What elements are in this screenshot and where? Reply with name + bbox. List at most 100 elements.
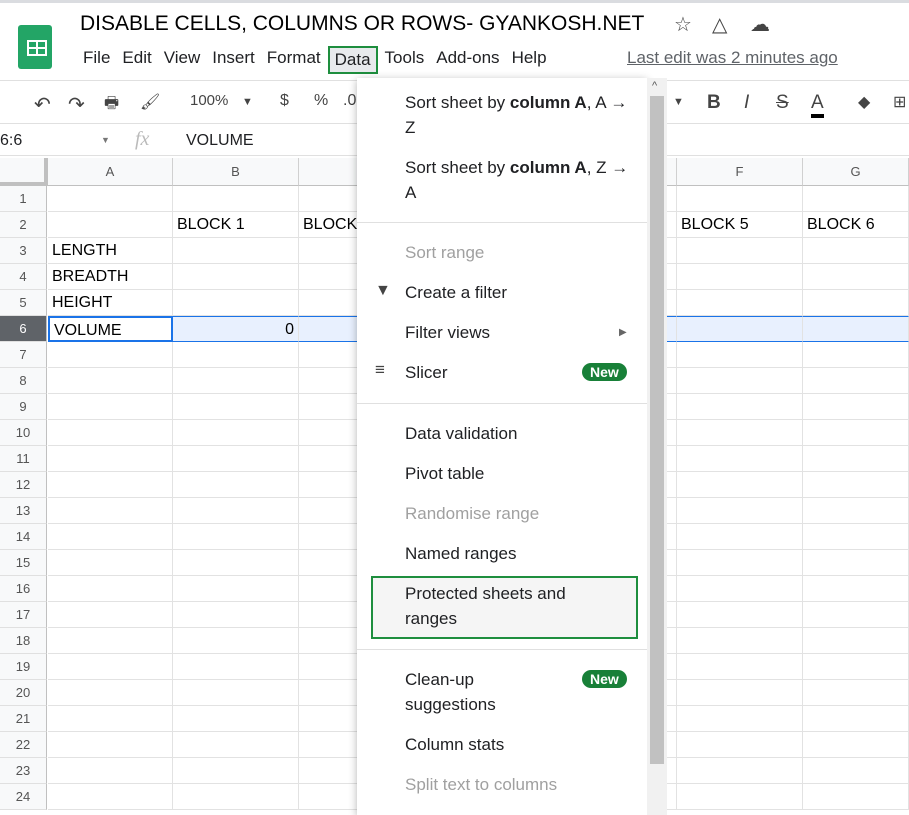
cell-F15[interactable] xyxy=(677,550,803,576)
cell-F23[interactable] xyxy=(677,758,803,784)
cell-F12[interactable] xyxy=(677,472,803,498)
menu-view[interactable]: View xyxy=(159,46,206,74)
cell-G13[interactable] xyxy=(803,498,909,524)
cell-A20[interactable] xyxy=(48,680,173,706)
cell-B23[interactable] xyxy=(173,758,299,784)
cell-B2[interactable]: BLOCK 1 xyxy=(173,212,299,238)
cell-F18[interactable] xyxy=(677,628,803,654)
cell-F8[interactable] xyxy=(677,368,803,394)
cell-B10[interactable] xyxy=(173,420,299,446)
cell-G14[interactable] xyxy=(803,524,909,550)
cell-B20[interactable] xyxy=(173,680,299,706)
cloud-status-icon[interactable]: ☁ xyxy=(750,12,770,37)
menu-addons[interactable]: Add-ons xyxy=(431,46,504,74)
cell-F4[interactable] xyxy=(677,264,803,290)
move-to-drive-icon[interactable]: △ xyxy=(712,12,727,37)
cell-G3[interactable] xyxy=(803,238,909,264)
cell-B8[interactable] xyxy=(173,368,299,394)
row-header-8[interactable]: 8 xyxy=(0,368,47,394)
paint-format-icon[interactable]: 🖌 xyxy=(140,92,160,112)
cell-A12[interactable] xyxy=(48,472,173,498)
cell-B9[interactable] xyxy=(173,394,299,420)
cell-G15[interactable] xyxy=(803,550,909,576)
cell-A5[interactable]: HEIGHT xyxy=(48,290,173,316)
cell-B13[interactable] xyxy=(173,498,299,524)
star-icon[interactable]: ☆ xyxy=(674,12,692,37)
cell-B24[interactable] xyxy=(173,784,299,810)
row-header-19[interactable]: 19 xyxy=(0,654,47,680)
cell-G2[interactable]: BLOCK 6 xyxy=(803,212,909,238)
cell-G12[interactable] xyxy=(803,472,909,498)
menu-item-protected-sheets[interactable]: Protected sheets and ranges xyxy=(405,581,585,631)
zoom-select[interactable]: 100% xyxy=(190,92,228,109)
cell-A10[interactable] xyxy=(48,420,173,446)
cell-A21[interactable] xyxy=(48,706,173,732)
cell-G22[interactable] xyxy=(803,732,909,758)
cell-G1[interactable] xyxy=(803,186,909,212)
currency-button[interactable]: $ xyxy=(280,92,289,110)
cell-A14[interactable] xyxy=(48,524,173,550)
cell-A3[interactable]: LENGTH xyxy=(48,238,173,264)
row-header-6[interactable]: 6 xyxy=(0,316,47,342)
menu-item-sort-sheet-za[interactable]: Sort sheet by column A, Z → A xyxy=(405,155,635,205)
cell-A1[interactable] xyxy=(48,186,173,212)
cell-F19[interactable] xyxy=(677,654,803,680)
cell-G11[interactable] xyxy=(803,446,909,472)
cell-F22[interactable] xyxy=(677,732,803,758)
menu-item-filter-views[interactable]: Filter views xyxy=(405,320,635,345)
cell-G8[interactable] xyxy=(803,368,909,394)
cell-A15[interactable] xyxy=(48,550,173,576)
menu-file[interactable]: File xyxy=(78,46,115,74)
menu-item-sort-sheet-az[interactable]: Sort sheet by column A, A → Z xyxy=(405,90,635,140)
cell-G4[interactable] xyxy=(803,264,909,290)
document-title[interactable]: DISABLE CELLS, COLUMNS OR ROWS- GYANKOSH… xyxy=(80,12,644,36)
row-header-23[interactable]: 23 xyxy=(0,758,47,784)
cell-F10[interactable] xyxy=(677,420,803,446)
row-header-2[interactable]: 2 xyxy=(0,212,47,238)
cell-A11[interactable] xyxy=(48,446,173,472)
column-header-B[interactable]: B xyxy=(173,158,299,186)
cell-A24[interactable] xyxy=(48,784,173,810)
row-header-5[interactable]: 5 xyxy=(0,290,47,316)
print-icon[interactable]: 🖶 xyxy=(104,92,119,119)
row-header-10[interactable]: 10 xyxy=(0,420,47,446)
cell-A13[interactable] xyxy=(48,498,173,524)
cell-G21[interactable] xyxy=(803,706,909,732)
cell-B17[interactable] xyxy=(173,602,299,628)
column-header-A[interactable]: A xyxy=(48,158,173,186)
row-header-7[interactable]: 7 xyxy=(0,342,47,368)
borders-icon[interactable]: ⊞ xyxy=(893,92,906,112)
decimal-button[interactable]: .0 xyxy=(343,92,356,110)
cell-F6[interactable] xyxy=(677,316,803,342)
cell-F5[interactable] xyxy=(677,290,803,316)
row-header-9[interactable]: 9 xyxy=(0,394,47,420)
cell-G18[interactable] xyxy=(803,628,909,654)
cell-F13[interactable] xyxy=(677,498,803,524)
cell-F16[interactable] xyxy=(677,576,803,602)
menu-tools[interactable]: Tools xyxy=(380,46,430,74)
row-header-12[interactable]: 12 xyxy=(0,472,47,498)
zoom-dropdown-icon[interactable]: ▼ xyxy=(242,96,253,108)
text-color-button[interactable]: A xyxy=(811,92,824,118)
cell-F24[interactable] xyxy=(677,784,803,810)
cell-A22[interactable] xyxy=(48,732,173,758)
cell-F2[interactable]: BLOCK 5 xyxy=(677,212,803,238)
percent-button[interactable]: % xyxy=(314,92,328,110)
cell-A16[interactable] xyxy=(48,576,173,602)
formula-input[interactable]: VOLUME xyxy=(186,132,254,150)
menu-edit[interactable]: Edit xyxy=(117,46,156,74)
fill-color-icon[interactable]: ◆ xyxy=(858,92,870,112)
cell-A2[interactable] xyxy=(48,212,173,238)
menu-format[interactable]: Format xyxy=(262,46,326,74)
row-header-11[interactable]: 11 xyxy=(0,446,47,472)
row-header-4[interactable]: 4 xyxy=(0,264,47,290)
row-header-17[interactable]: 17 xyxy=(0,602,47,628)
cell-F21[interactable] xyxy=(677,706,803,732)
cell-A6[interactable]: VOLUME xyxy=(48,316,173,342)
cell-G7[interactable] xyxy=(803,342,909,368)
cell-G5[interactable] xyxy=(803,290,909,316)
menu-scrollbar-thumb[interactable] xyxy=(650,96,664,764)
font-size-dropdown-icon[interactable]: ▼ xyxy=(673,96,684,108)
cell-A7[interactable] xyxy=(48,342,173,368)
cell-F3[interactable] xyxy=(677,238,803,264)
